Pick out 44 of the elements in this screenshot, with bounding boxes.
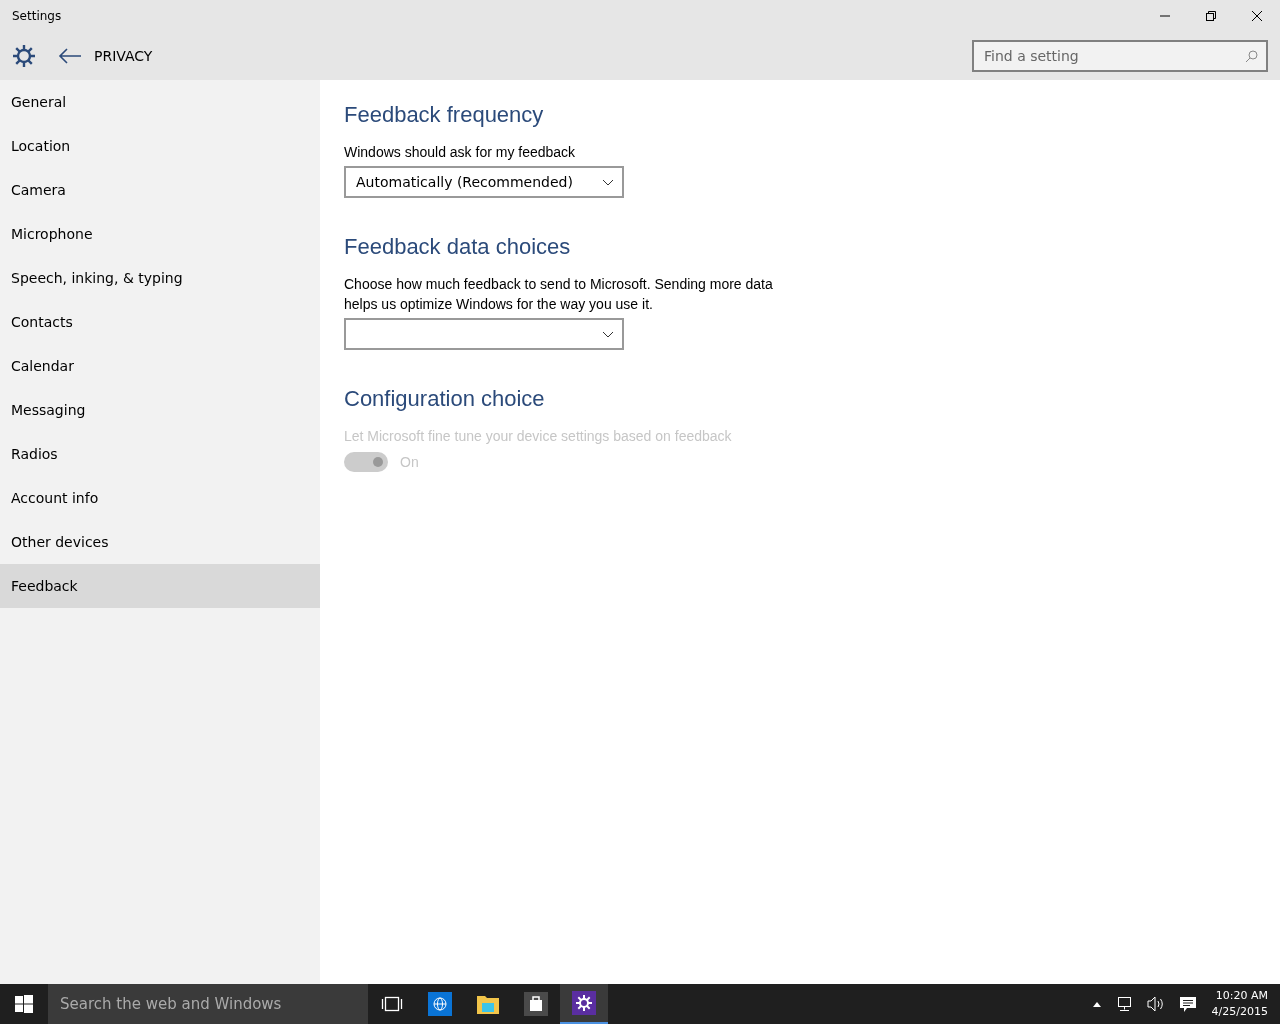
message-icon[interactable] [1178, 995, 1197, 1013]
sidebar-item[interactable]: Microphone [0, 212, 320, 256]
taskbar-search-field[interactable]: Search the web and Windows [48, 984, 368, 1024]
section-heading: Feedback frequency [344, 102, 545, 128]
sidebar-item[interactable]: Feedback [0, 564, 320, 608]
gear-icon [572, 991, 596, 1015]
restore-icon [1205, 10, 1217, 22]
sidebar-item[interactable]: Location [0, 124, 320, 168]
sidebar-item[interactable]: General [0, 80, 320, 124]
volume-icon[interactable] [1146, 996, 1165, 1012]
page-title: PRIVACY [94, 48, 153, 64]
folder-icon [476, 993, 500, 1015]
chevron-up-icon[interactable] [1092, 1001, 1101, 1007]
settings-icon [12, 44, 36, 68]
search-icon [1245, 50, 1258, 63]
dropdown[interactable] [344, 318, 624, 350]
window-title: Settings [11, 9, 62, 23]
section-heading: Feedback data choices [344, 234, 572, 260]
sidebar-item[interactable]: Radios [0, 432, 320, 476]
setting-label: Choose how much feedback to send to Microsoft. Sending more data helps us optimize Windows for the way you use it. [344, 275, 774, 314]
sidebar-item[interactable]: Other devices [0, 520, 320, 564]
task-view-icon [381, 996, 403, 1012]
chevron-down-icon [602, 330, 614, 338]
shopping-bag-icon [524, 992, 548, 1016]
sidebar-item[interactable]: Account info [0, 476, 320, 520]
toggle-state-text: On [400, 454, 419, 470]
windows-logo-icon [15, 995, 33, 1013]
clock[interactable]: 10:20 AM 4/25/2015 [1211, 988, 1268, 1020]
sidebar-item[interactable]: Calendar [0, 344, 320, 388]
search-field[interactable]: Find a setting [972, 40, 1268, 72]
sidebar-item[interactable]: Speech, inking, & typing [0, 256, 320, 300]
back-button[interactable] [58, 48, 82, 64]
back-arrow-icon [58, 48, 82, 64]
chevron-down-icon [602, 178, 614, 186]
dropdown[interactable]: Automatically (Recommended) [344, 166, 624, 198]
sidebar-item[interactable]: Messaging [0, 388, 320, 432]
globe-icon [428, 992, 452, 1016]
close-icon [1251, 10, 1263, 22]
sidebar-item[interactable]: Contacts [0, 300, 320, 344]
section-heading: Configuration choice [344, 386, 546, 412]
sidebar-item[interactable]: Camera [0, 168, 320, 212]
setting-label: Let Microsoft fine tune your device settings based on feedback [344, 427, 733, 446]
setting-label: Windows should ask for my feedback [344, 143, 577, 162]
taskbar-settings-button[interactable] [560, 984, 608, 1024]
